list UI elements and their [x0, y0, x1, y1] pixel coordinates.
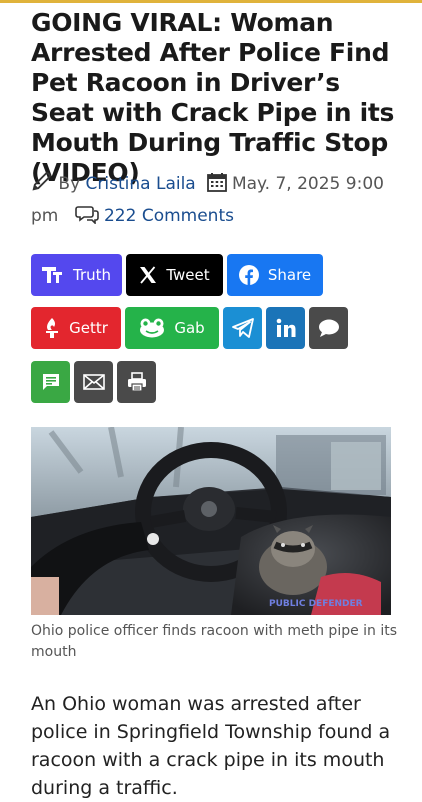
comments-icon — [74, 206, 99, 226]
tweet-label: Tweet — [166, 266, 210, 284]
email-share-button[interactable] — [74, 361, 113, 403]
author-link[interactable]: Cristina Laila — [86, 174, 196, 194]
calendar-icon — [206, 173, 227, 194]
truth-share-button[interactable]: Truth — [31, 254, 122, 296]
print-share-button[interactable] — [117, 361, 156, 403]
comment-share-button[interactable] — [309, 307, 348, 349]
byline-prefix: By — [58, 174, 81, 194]
telegram-icon — [231, 318, 254, 338]
linkedin-share-button[interactable] — [266, 307, 305, 349]
print-icon — [127, 372, 147, 392]
telegram-share-button[interactable] — [223, 307, 262, 349]
comment-icon — [318, 318, 340, 338]
facebook-icon — [238, 265, 259, 285]
gettr-icon — [44, 317, 60, 339]
tweet-share-button[interactable]: Tweet — [126, 254, 223, 296]
linkedin-icon — [276, 318, 296, 338]
article-headline: GOING VIRAL: Woman Arrested After Police… — [31, 8, 395, 187]
x-icon — [139, 266, 157, 284]
truth-label: Truth — [72, 266, 112, 284]
top-accent-bar — [0, 0, 422, 3]
image-caption: Ohio police officer finds racoon with me… — [31, 623, 398, 660]
gettr-share-button[interactable]: Gettr — [31, 307, 121, 349]
article-meta: By Cristina Laila May. 7, 2025 9:00 pm 2… — [31, 168, 401, 232]
gab-share-button[interactable]: Gab — [125, 307, 219, 349]
gab-frog-icon — [139, 318, 165, 338]
truth-icon — [41, 266, 64, 284]
image-watermark: PUBLIC DEFENDER — [269, 599, 363, 609]
email-icon — [82, 374, 105, 390]
sms-share-button[interactable] — [31, 361, 70, 403]
pencil-icon — [31, 172, 53, 194]
gab-label: Gab — [174, 319, 205, 337]
sms-icon — [42, 373, 60, 391]
gettr-label: Gettr — [69, 319, 108, 337]
article-image[interactable]: PUBLIC DEFENDER — [31, 427, 391, 615]
article-body-paragraph: An Ohio woman was arrested after police … — [31, 693, 391, 799]
comments-link[interactable]: 222 Comments — [104, 206, 234, 226]
facebook-share-button[interactable]: Share — [227, 254, 323, 296]
facebook-label: Share — [267, 266, 312, 284]
